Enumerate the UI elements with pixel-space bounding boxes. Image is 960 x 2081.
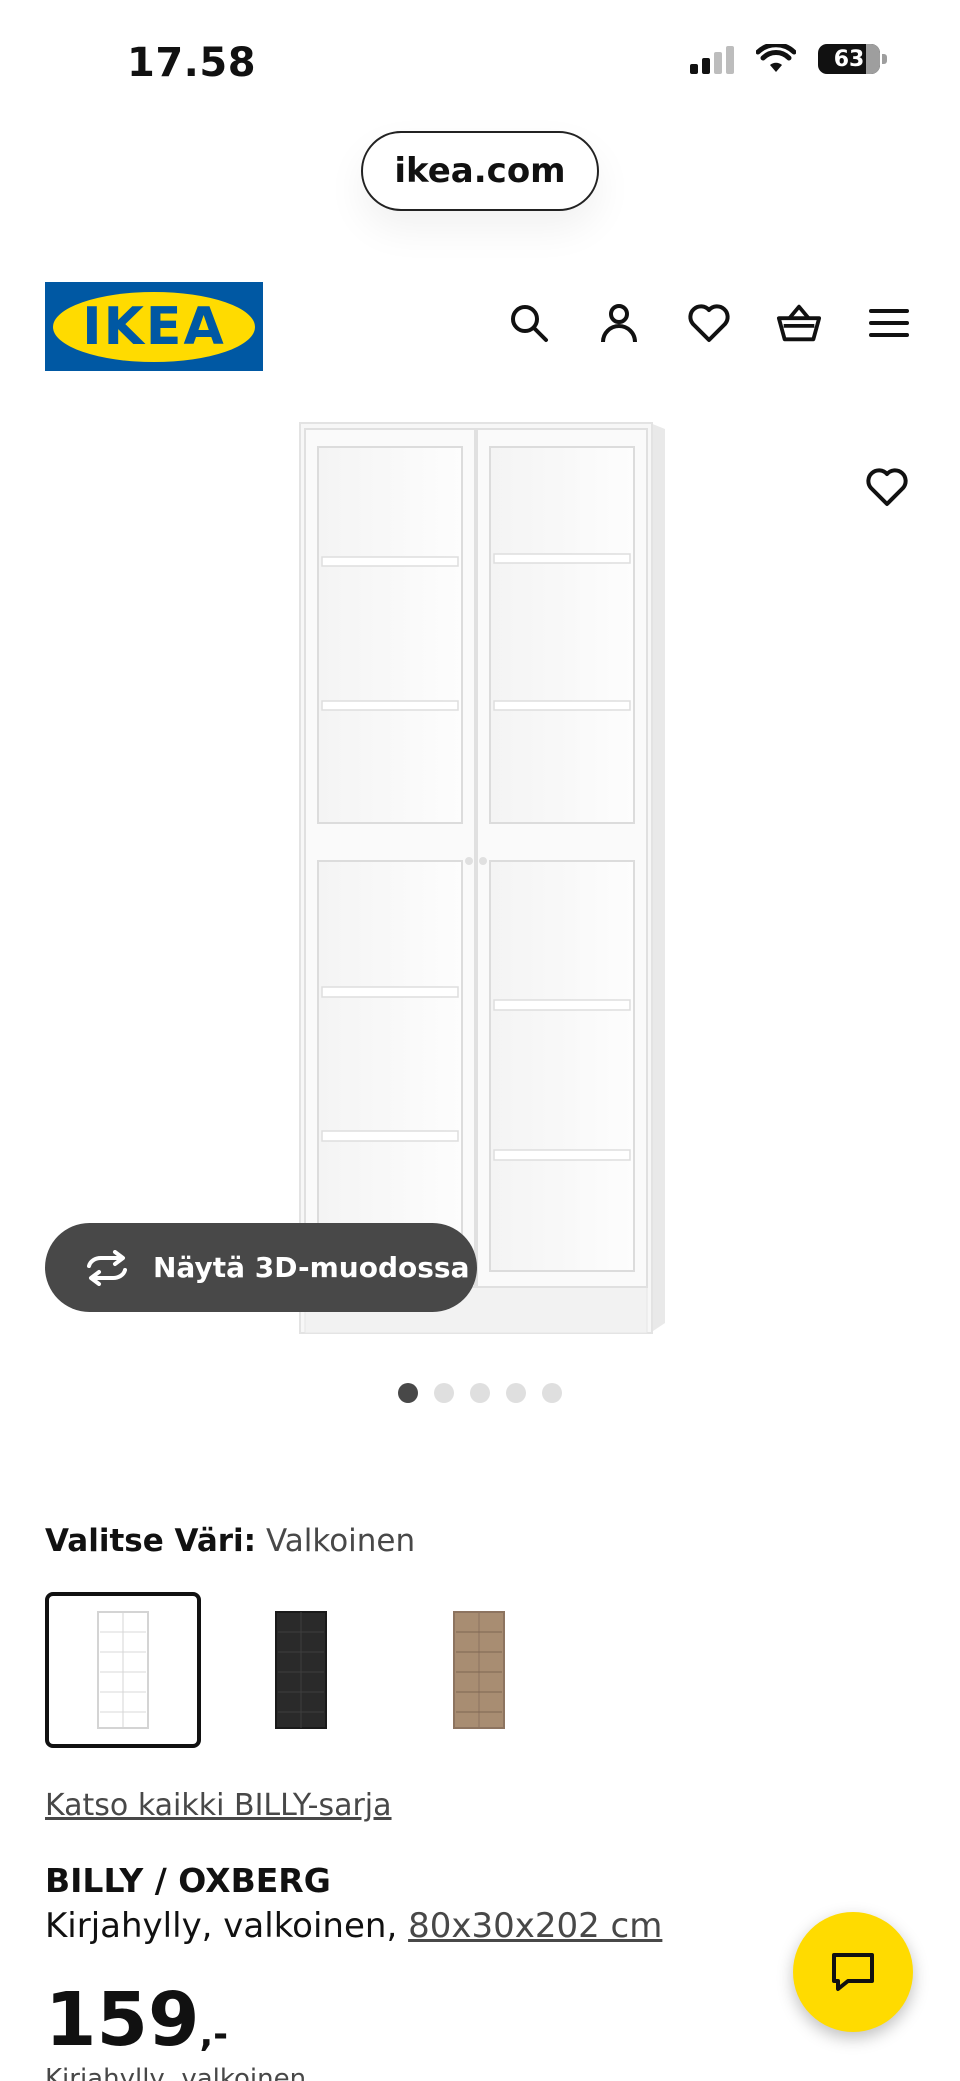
- chat-button[interactable]: [793, 1912, 913, 2032]
- price-value: 159: [45, 1977, 200, 2063]
- gallery-dot[interactable]: [470, 1383, 490, 1403]
- url-bar[interactable]: ikea.com: [361, 131, 599, 211]
- partial-text-line: Kirjahylly, valkoinen: [45, 2064, 307, 2081]
- gallery-dot[interactable]: [398, 1383, 418, 1403]
- gallery-dot[interactable]: [434, 1383, 454, 1403]
- gallery-pagination: [398, 1383, 562, 1403]
- product-dimensions-link[interactable]: 80x30x202 cm: [408, 1906, 662, 1946]
- product-image[interactable]: [285, 415, 665, 1345]
- wifi-icon: [756, 44, 796, 72]
- wishlist-icon[interactable]: [686, 300, 732, 346]
- swatch-black-brown[interactable]: [223, 1592, 379, 1748]
- account-icon[interactable]: [596, 300, 642, 346]
- price-suffix: ,-: [199, 2014, 229, 2055]
- gallery-dot[interactable]: [506, 1383, 526, 1403]
- swatch-white[interactable]: [45, 1592, 201, 1748]
- battery-level: 63: [833, 46, 865, 72]
- menu-icon[interactable]: [866, 300, 912, 346]
- view-3d-button[interactable]: Näytä 3D-muodossa: [45, 1223, 477, 1312]
- product-price: 159 ,-: [45, 1983, 228, 2057]
- search-icon[interactable]: [506, 300, 552, 346]
- color-selector-label: Valitse Väri: Valkoinen: [45, 1523, 415, 1559]
- product-name: BILLY / OXBERG: [45, 1861, 331, 1900]
- product-description-text: Kirjahylly, valkoinen,: [45, 1906, 398, 1946]
- rotate-3d-icon: [87, 1249, 127, 1286]
- chat-icon: [832, 1953, 874, 1991]
- header-actions: [506, 300, 912, 346]
- view-3d-label: Näytä 3D-muodossa: [153, 1251, 470, 1284]
- cellular-signal-icon: [690, 44, 734, 74]
- basket-icon[interactable]: [776, 300, 822, 346]
- swatch-oak-effect[interactable]: [401, 1592, 557, 1748]
- add-to-wishlist-icon[interactable]: [862, 462, 912, 512]
- ikea-logo[interactable]: IKEA: [45, 282, 263, 371]
- color-selected-value: Valkoinen: [265, 1523, 416, 1559]
- status-indicators: 63: [690, 44, 887, 74]
- color-swatches: [45, 1592, 557, 1748]
- gallery-dot[interactable]: [542, 1383, 562, 1403]
- color-label-title: Valitse Väri:: [45, 1523, 257, 1559]
- product-description: Kirjahylly, valkoinen, 80x30x202 cm: [45, 1906, 662, 1946]
- battery-icon: 63: [818, 44, 887, 74]
- status-time: 17.58: [127, 40, 257, 86]
- series-link[interactable]: Katso kaikki BILLY-sarja: [45, 1788, 392, 1823]
- logo-text: IKEA: [82, 296, 226, 357]
